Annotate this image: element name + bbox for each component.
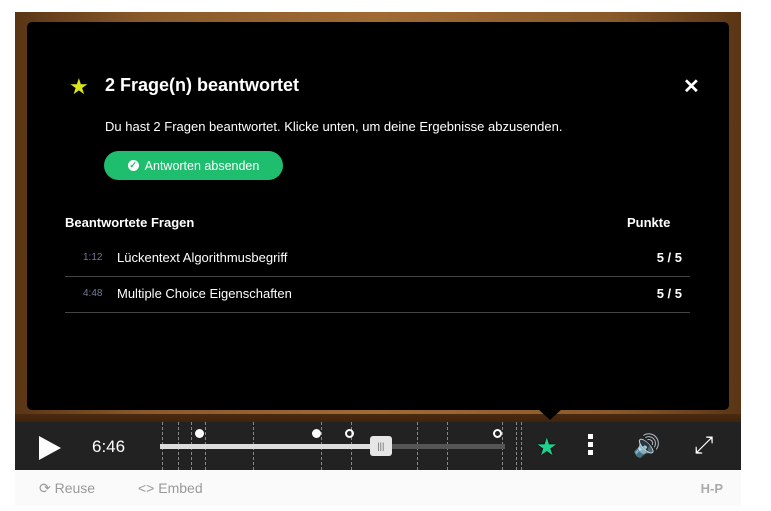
close-icon[interactable]: ✕	[683, 74, 700, 99]
video-frame: ★ 2 Frage(n) beantwortet ✕ Du hast 2 Fra…	[15, 12, 741, 470]
embed-button[interactable]: <> Embed	[138, 480, 203, 496]
timeline-marker-line	[521, 422, 523, 470]
table-row[interactable]: 4:48 Multiple Choice Eigenschaften 5 / 5	[65, 276, 690, 313]
embed-icon: <>	[138, 480, 155, 496]
dialog-description: Du hast 2 Fragen beantwortet. Klicke unt…	[105, 119, 563, 134]
star-icon: ★	[69, 74, 89, 99]
dialog-title: 2 Frage(n) beantwortet	[105, 75, 300, 95]
current-time: 6:46	[92, 437, 126, 456]
timeline-handle[interactable]: |||	[369, 436, 392, 456]
reuse-icon: ⟳	[39, 480, 51, 496]
row-label: Multiple Choice Eigenschaften	[117, 286, 292, 301]
summary-dialog: ★ 2 Frage(n) beantwortet ✕ Du hast 2 Fra…	[27, 22, 729, 410]
table-row[interactable]: 1:12 Lückentext Algorithmusbegriff 5 / 5	[65, 240, 690, 277]
h5p-logo: H-P	[700, 481, 723, 496]
interaction-marker[interactable]	[312, 429, 321, 438]
submit-answers-button[interactable]: ✓ Antworten absenden	[104, 151, 283, 180]
play-icon[interactable]	[39, 436, 61, 460]
interaction-marker[interactable]	[195, 429, 204, 438]
embed-label: Embed	[158, 480, 203, 496]
row-label: Lückentext Algorithmusbegriff	[117, 250, 288, 265]
points-header: Punkte	[627, 215, 671, 230]
answered-questions-header: Beantwortete Fragen	[65, 215, 195, 230]
row-score: 5 / 5	[656, 286, 682, 301]
submit-answers-label: Antworten absenden	[144, 158, 260, 173]
footer-bar: ⟳ Reuse <> Embed H-P	[15, 470, 741, 506]
volume-icon[interactable]: 🔊	[633, 433, 660, 459]
timeline-progress	[160, 444, 381, 449]
summary-star-icon[interactable]: ★	[536, 433, 558, 462]
reuse-label: Reuse	[54, 480, 96, 496]
check-icon: ✓	[127, 160, 139, 171]
fullscreen-icon[interactable]: ⤢	[694, 432, 713, 460]
player-controls: 6:46 ||| ★ 🔊 ⤢	[15, 422, 741, 470]
row-time: 4:48	[83, 288, 103, 299]
row-time: 1:12	[83, 252, 103, 263]
reuse-button[interactable]: ⟳ Reuse	[39, 480, 95, 497]
timeline-marker-line	[516, 422, 518, 470]
more-options-icon[interactable]	[588, 434, 594, 458]
summary-pointer	[538, 409, 562, 420]
timeline-slider[interactable]	[160, 444, 505, 449]
interaction-marker[interactable]	[345, 429, 354, 438]
row-score: 5 / 5	[656, 250, 682, 265]
interaction-marker[interactable]	[493, 429, 502, 438]
